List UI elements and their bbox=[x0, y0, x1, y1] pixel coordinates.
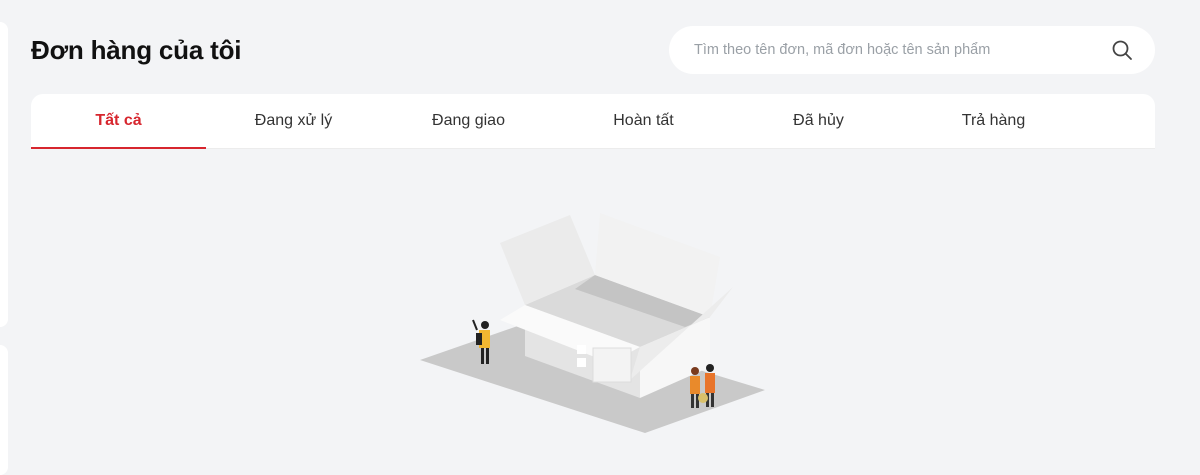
tab-processing[interactable]: Đang xử lý bbox=[206, 94, 381, 148]
tab-all[interactable]: Tất cả bbox=[31, 94, 206, 149]
left-panel-edge-lower bbox=[0, 345, 8, 475]
empty-box-illustration bbox=[415, 205, 775, 440]
tab-returns[interactable]: Trả hàng bbox=[906, 94, 1081, 148]
search-icon[interactable] bbox=[1109, 37, 1135, 63]
page-title: Đơn hàng của tôi bbox=[31, 35, 242, 65]
tab-completed[interactable]: Hoàn tất bbox=[556, 94, 731, 148]
search-input[interactable] bbox=[692, 41, 1109, 59]
left-panel-edge bbox=[0, 22, 8, 327]
order-status-tabs: Tất cả Đang xử lý Đang giao Hoàn tất Đã … bbox=[31, 94, 1155, 149]
tab-shipping[interactable]: Đang giao bbox=[381, 94, 556, 148]
tab-cancelled[interactable]: Đã hủy bbox=[731, 94, 906, 148]
search-box[interactable] bbox=[669, 26, 1155, 74]
